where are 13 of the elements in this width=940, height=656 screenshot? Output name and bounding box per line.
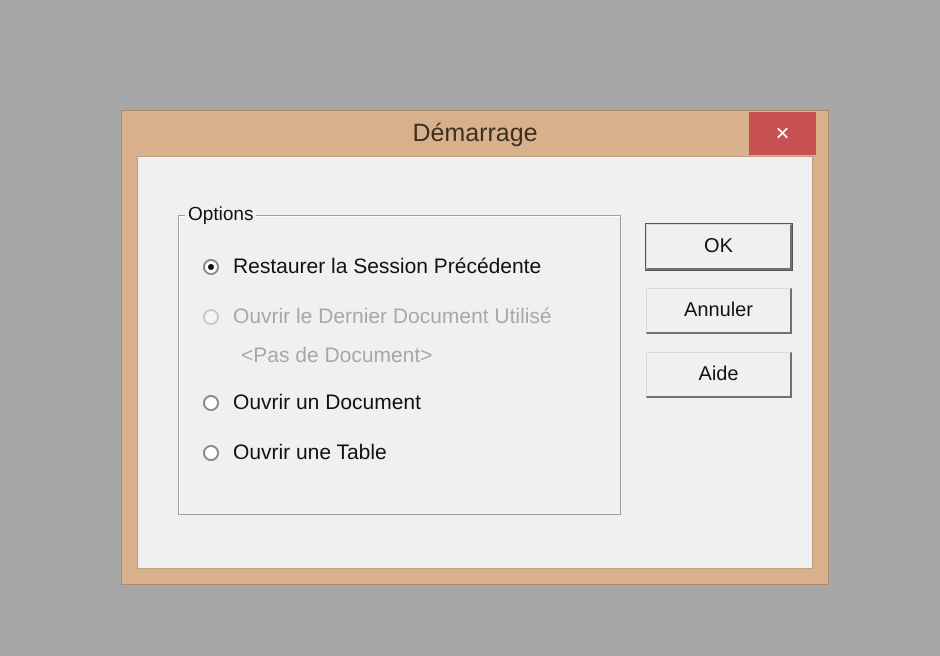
radio-button[interactable] — [203, 445, 219, 461]
option-label[interactable]: Ouvrir un Document — [233, 391, 421, 415]
option-detail: <Pas de Document> — [241, 344, 434, 368]
radio-button[interactable] — [203, 395, 219, 411]
option-label[interactable]: Restaurer la Session Précédente — [233, 255, 542, 279]
dialog-button[interactable]: Annuler — [646, 288, 792, 334]
option-label[interactable]: Ouvrir une Table — [233, 441, 387, 465]
dialog-button[interactable]: OK — [646, 224, 792, 270]
window-title: Démarrage — [412, 119, 538, 148]
group-title: Options — [185, 204, 256, 226]
dialog-button[interactable]: Aide — [646, 352, 792, 398]
radio-button[interactable] — [203, 259, 219, 275]
close-button[interactable]: × — [749, 112, 816, 155]
